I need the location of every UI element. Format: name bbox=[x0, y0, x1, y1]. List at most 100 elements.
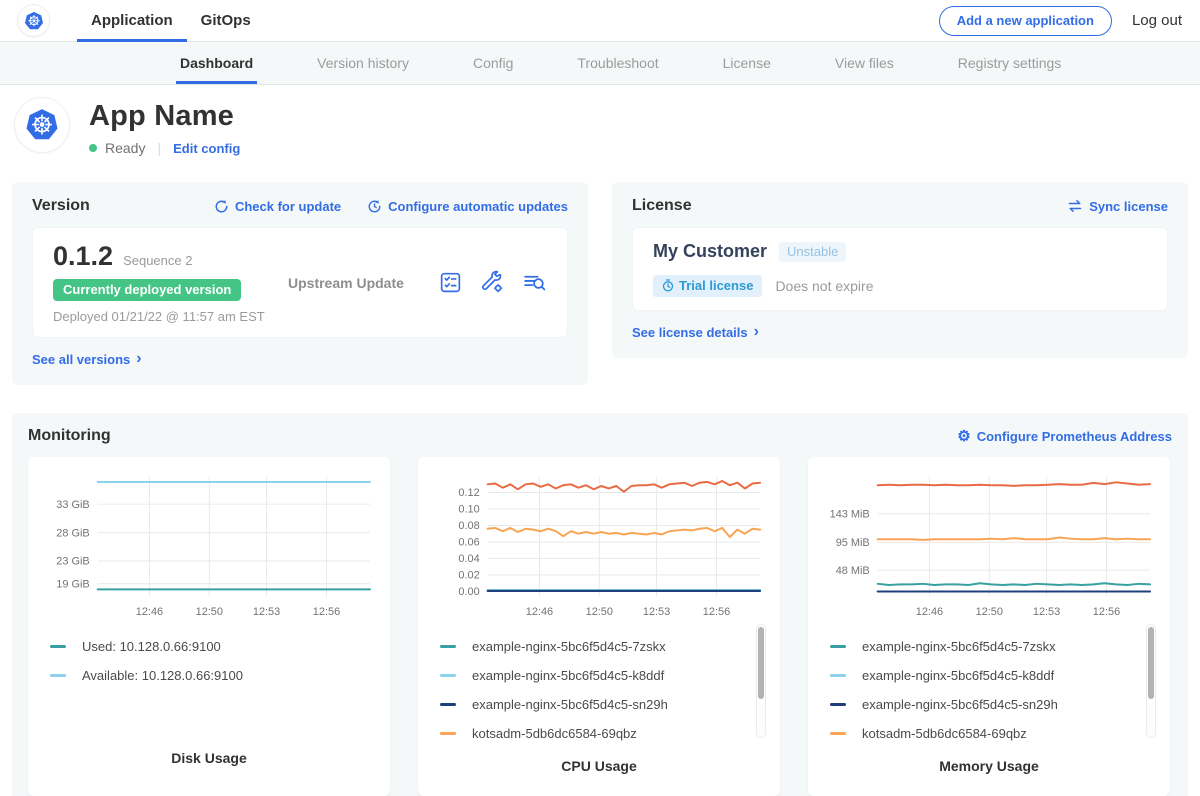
chevron-right-icon: › bbox=[754, 324, 759, 340]
tab-config[interactable]: Config bbox=[469, 42, 517, 84]
page-title: App Name bbox=[89, 100, 240, 133]
tab-troubleshoot[interactable]: Troubleshoot bbox=[573, 42, 662, 84]
deployed-timestamp: Deployed 01/21/22 @ 11:57 am EST bbox=[53, 309, 288, 324]
legend-label: example-nginx-5bc6f5d4c5-k8ddf bbox=[862, 668, 1054, 683]
sync-license-link[interactable]: Sync license bbox=[1067, 199, 1168, 214]
chart-title: CPU Usage bbox=[430, 758, 768, 774]
top-nav-items: ApplicationGitOps bbox=[77, 0, 265, 41]
legend-item: example-nginx-5bc6f5d4c5-k8ddf bbox=[830, 661, 1154, 690]
refresh-icon bbox=[214, 199, 229, 214]
top-nav-item-application[interactable]: Application bbox=[77, 0, 187, 41]
config-wrench-icon[interactable] bbox=[480, 270, 505, 295]
customer-name: My Customer bbox=[653, 241, 767, 262]
clock-refresh-icon bbox=[367, 199, 382, 214]
legend-scrollbar[interactable] bbox=[756, 624, 766, 738]
edit-config-link[interactable]: Edit config bbox=[173, 141, 240, 156]
legend-item: example-nginx-5bc6f5d4c5-7zskx bbox=[440, 632, 764, 661]
channel-badge: Unstable bbox=[779, 242, 846, 262]
legend-swatch bbox=[440, 645, 456, 648]
legend-label: kotsadm-5db6dc6584-69qbz bbox=[472, 726, 637, 741]
legend-item: kotsadm-5db6dc6584-69qbz bbox=[830, 719, 1154, 748]
legend-label: Used: 10.128.0.66:9100 bbox=[82, 639, 221, 654]
configure-automatic-updates-link[interactable]: Configure automatic updates bbox=[367, 199, 568, 214]
svg-text:12:56: 12:56 bbox=[1093, 606, 1120, 618]
legend-label: example-nginx-5bc6f5d4c5-7zskx bbox=[472, 639, 666, 654]
svg-text:12:56: 12:56 bbox=[313, 606, 340, 618]
svg-text:12:46: 12:46 bbox=[136, 606, 163, 618]
chart-title: Disk Usage bbox=[40, 750, 378, 766]
legend-scrollbar[interactable] bbox=[1146, 624, 1156, 738]
version-sequence: Sequence 2 bbox=[123, 253, 192, 268]
legend-scrollbar-thumb[interactable] bbox=[758, 627, 764, 699]
version-card-title: Version bbox=[32, 197, 90, 215]
license-type-badge: Trial license bbox=[653, 275, 762, 297]
legend-scrollbar-thumb[interactable] bbox=[1148, 627, 1154, 699]
legend-swatch bbox=[50, 674, 66, 677]
preflight-checks-icon[interactable] bbox=[438, 270, 463, 295]
tab-view-files[interactable]: View files bbox=[831, 42, 898, 84]
svg-text:12:50: 12:50 bbox=[586, 606, 613, 618]
chart-legend: Used: 10.128.0.66:9100 Available: 10.128.… bbox=[40, 620, 378, 740]
svg-text:143 MiB: 143 MiB bbox=[830, 508, 870, 520]
svg-text:12:46: 12:46 bbox=[526, 606, 553, 618]
svg-text:33 GiB: 33 GiB bbox=[56, 499, 89, 511]
chart-card-memory-usage: 48 MiB95 MiB143 MiB12:4612:5012:5312:56e… bbox=[808, 457, 1170, 796]
gear-icon: ⚙ bbox=[957, 429, 970, 444]
tab-version-history[interactable]: Version history bbox=[313, 42, 413, 84]
app-header: App Name Ready | Edit config bbox=[0, 85, 1200, 172]
legend-item: Available: 10.128.0.66:9100 bbox=[50, 661, 374, 690]
legend-label: kotsadm-5db6dc6584-69qbz bbox=[862, 726, 1027, 741]
legend-item: kotsadm-5db6dc6584-69qbz bbox=[440, 719, 764, 748]
version-card: Version Check for update Configure au bbox=[12, 182, 588, 385]
legend-swatch bbox=[440, 703, 456, 706]
legend-swatch bbox=[440, 732, 456, 735]
tab-license[interactable]: License bbox=[719, 42, 775, 84]
tab-registry-settings[interactable]: Registry settings bbox=[954, 42, 1065, 84]
legend-swatch bbox=[830, 645, 846, 648]
see-all-versions-link[interactable]: See all versions › bbox=[32, 352, 142, 368]
monitoring-title: Monitoring bbox=[28, 427, 111, 445]
brand bbox=[18, 0, 49, 41]
monitoring-card: Monitoring ⚙ Configure Prometheus Addres… bbox=[12, 413, 1188, 796]
chart-legend: example-nginx-5bc6f5d4c5-7zskx example-ng… bbox=[430, 620, 768, 748]
svg-text:0.12: 0.12 bbox=[458, 487, 479, 499]
legend-swatch bbox=[830, 703, 846, 706]
top-nav-item-gitops[interactable]: GitOps bbox=[187, 0, 265, 41]
chart-plot: 19 GiB 23 GiB 28 GiB 33 GiB 12:46 12:50 12:53 1… bbox=[40, 469, 378, 620]
app-sub-nav: Dashboard Version history Config Troublesho… bbox=[0, 42, 1200, 85]
logout-button[interactable]: Log out bbox=[1132, 12, 1182, 29]
license-info-box: My Customer Unstable Trial license Does … bbox=[632, 227, 1168, 311]
deployed-badge: Currently deployed version bbox=[53, 279, 241, 301]
chart-title: Memory Usage bbox=[820, 758, 1158, 774]
charts-row: 19 GiB 23 GiB 28 GiB 33 GiB 12:46 12:50 12:53 1… bbox=[28, 457, 1172, 796]
svg-text:12:56: 12:56 bbox=[703, 606, 730, 618]
deploy-logs-icon[interactable] bbox=[522, 270, 547, 295]
check-for-update-link[interactable]: Check for update bbox=[214, 199, 341, 214]
svg-text:28 GiB: 28 GiB bbox=[56, 527, 89, 539]
stopwatch-icon bbox=[662, 279, 674, 292]
chart-card-cpu-usage: 0.000.020.040.060.080.100.1212:4612:5012… bbox=[418, 457, 780, 796]
svg-text:12:50: 12:50 bbox=[196, 606, 223, 618]
svg-text:19 GiB: 19 GiB bbox=[56, 578, 89, 590]
see-license-details-link[interactable]: See license details › bbox=[632, 325, 759, 341]
svg-text:12:53: 12:53 bbox=[1033, 606, 1060, 618]
configure-prometheus-link[interactable]: ⚙ Configure Prometheus Address bbox=[957, 429, 1172, 444]
legend-item: example-nginx-5bc6f5d4c5-sn29h bbox=[440, 690, 764, 719]
svg-text:12:53: 12:53 bbox=[253, 606, 280, 618]
svg-text:23 GiB: 23 GiB bbox=[56, 556, 89, 568]
chart-legend: example-nginx-5bc6f5d4c5-7zskxexample-ng… bbox=[820, 620, 1158, 748]
status-dot bbox=[89, 144, 97, 152]
kubernetes-logo-icon bbox=[18, 5, 49, 36]
tab-dashboard[interactable]: Dashboard bbox=[176, 42, 257, 84]
legend-label: example-nginx-5bc6f5d4c5-sn29h bbox=[862, 697, 1058, 712]
license-card: License Sync license My Customer Unstabl… bbox=[612, 182, 1188, 358]
top-nav: ApplicationGitOps Add a new application … bbox=[0, 0, 1200, 42]
kubernetes-logo-icon bbox=[23, 106, 61, 144]
svg-text:0.06: 0.06 bbox=[458, 537, 479, 549]
license-card-title: License bbox=[632, 197, 692, 215]
status-badge: Ready bbox=[105, 140, 145, 156]
legend-swatch bbox=[50, 645, 66, 648]
add-application-button[interactable]: Add a new application bbox=[939, 6, 1112, 36]
legend-swatch bbox=[440, 674, 456, 677]
current-version-box: 0.1.2 Sequence 2 Currently deployed vers… bbox=[32, 227, 568, 338]
